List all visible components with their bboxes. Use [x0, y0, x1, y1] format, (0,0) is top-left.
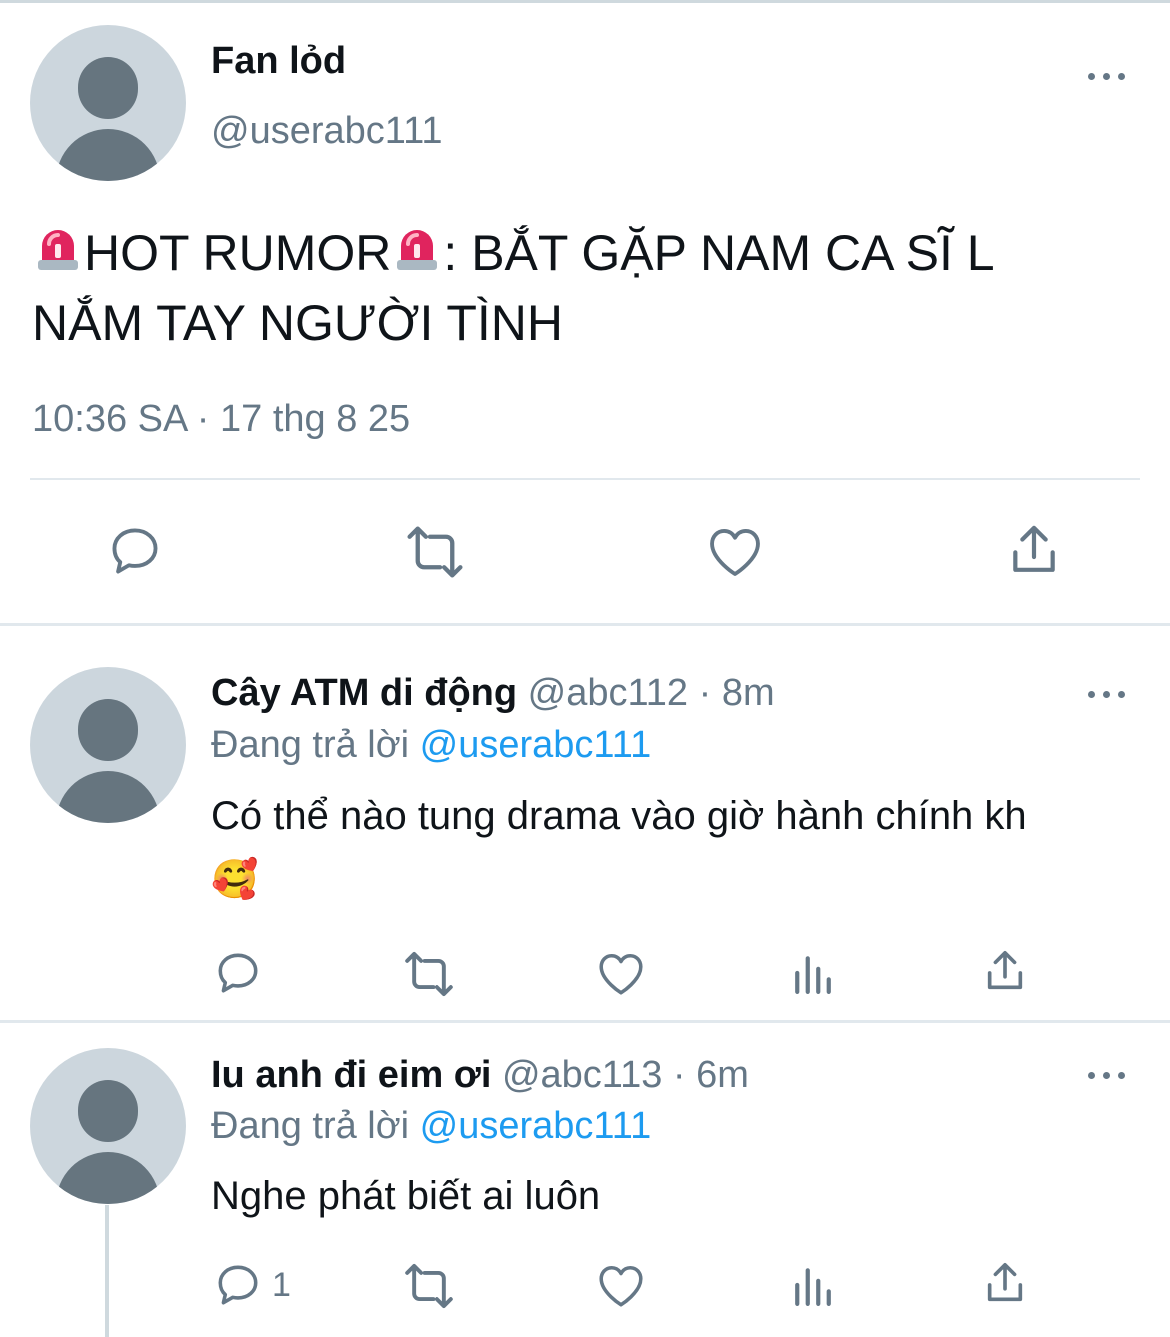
replying-to: Đang trả lời @userabc111 [211, 1105, 651, 1148]
avatar[interactable] [30, 667, 186, 823]
tweet-text-part1: HOT RUMOR [84, 225, 392, 281]
reply-icon[interactable] [106, 522, 164, 580]
analytics-icon[interactable] [792, 952, 834, 994]
reply-header: Cây ATM di động @abc112 · 8m [211, 672, 775, 715]
thread-connector [105, 1205, 109, 1337]
share-icon[interactable] [982, 1260, 1028, 1306]
reply-text: Nghe phát biết ai luôn [211, 1174, 601, 1218]
replying-to-link[interactable]: @userabc111 [420, 724, 652, 766]
analytics-icon[interactable] [792, 1264, 834, 1306]
siren-emoji-icon [32, 222, 84, 286]
reply-icon[interactable] [213, 1260, 263, 1310]
handle-time[interactable]: @abc113 · 6m [502, 1054, 749, 1096]
handle[interactable]: @userabc111 [211, 110, 443, 153]
handle-time[interactable]: @abc112 · 8m [528, 672, 775, 714]
more-options-icon[interactable] [1088, 70, 1128, 82]
reply-text: Có thể nào tung drama vào giờ hành chính… [211, 794, 1027, 838]
replying-label: Đang trả lời [211, 1105, 410, 1147]
reply-count: 1 [272, 1266, 291, 1304]
reply-header: Iu anh đi eim ơi @abc113 · 6m [211, 1054, 749, 1097]
more-options-icon[interactable] [1088, 688, 1128, 700]
retweet-icon[interactable] [402, 524, 468, 580]
top-border [0, 0, 1170, 3]
tweet-timestamp[interactable]: 10:36 SA · 17 thg 8 25 [32, 398, 410, 441]
display-name[interactable]: Iu anh đi eim ơi [211, 1054, 491, 1096]
reply-icon[interactable] [213, 948, 263, 998]
section-divider [0, 623, 1170, 626]
like-icon[interactable] [706, 524, 764, 578]
retweet-icon[interactable] [400, 1262, 458, 1310]
more-options-icon[interactable] [1088, 1069, 1128, 1081]
like-icon[interactable] [596, 950, 646, 996]
tweet-text-line2: NẮM TAY NGƯỜI TÌNH [32, 295, 564, 351]
display-name[interactable]: Fan lỏd [211, 40, 346, 83]
section-divider [0, 1020, 1170, 1023]
tweet-text-line1: HOT RUMOR : BẮT GẶP NAM CA SĨ L [32, 222, 995, 286]
retweet-icon[interactable] [400, 950, 458, 998]
display-name[interactable]: Cây ATM di động [211, 672, 517, 714]
tweet-text-part2: : BẮT GẶP NAM CA SĨ L [443, 225, 995, 281]
avatar[interactable] [30, 25, 186, 181]
replying-label: Đang trả lời [211, 724, 410, 766]
smiling-face-hearts-emoji: 🥰 [211, 859, 259, 901]
like-icon[interactable] [596, 1262, 646, 1308]
share-icon[interactable] [982, 948, 1028, 994]
replying-to-link[interactable]: @userabc111 [420, 1105, 652, 1147]
divider [30, 478, 1140, 480]
avatar[interactable] [30, 1048, 186, 1204]
siren-emoji-icon [391, 222, 443, 286]
replying-to: Đang trả lời @userabc111 [211, 724, 651, 767]
share-icon[interactable] [1006, 522, 1062, 578]
